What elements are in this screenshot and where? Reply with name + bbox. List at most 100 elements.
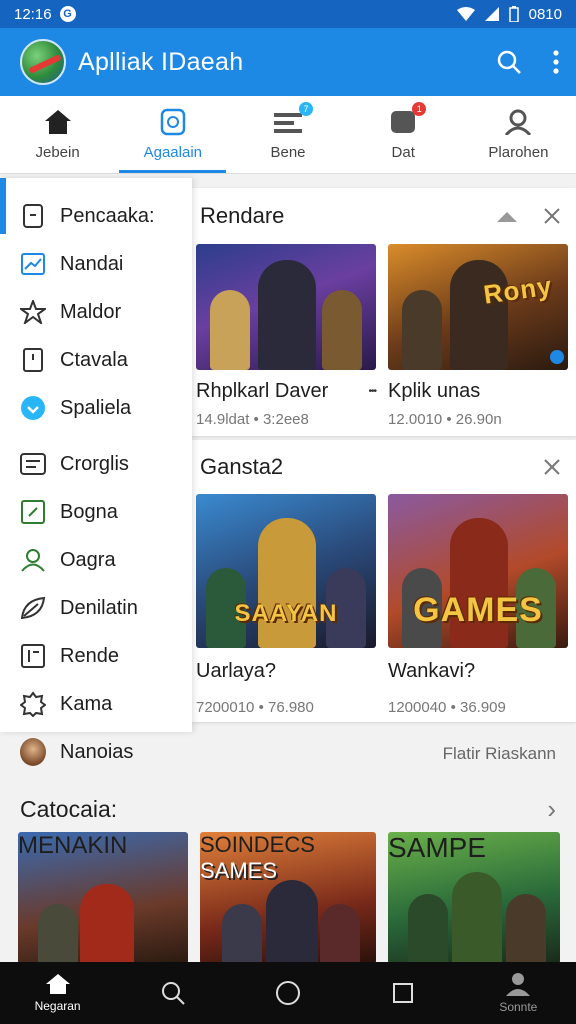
avatar-icon <box>20 738 46 766</box>
categories-title: Catocaia: <box>20 795 118 822</box>
game-card[interactable]: GAMES Wankavi? 1200040 • 36.909 <box>388 494 568 716</box>
more-options-icon[interactable]: ••• <box>368 386 376 397</box>
tab-label: Agaalain <box>143 144 202 161</box>
tab-games[interactable]: Agaalain <box>115 96 230 173</box>
battery-icon <box>508 6 519 22</box>
category-cover-logo: SAMPE <box>388 832 487 863</box>
category-cover-logo: MENAKIN <box>18 832 128 859</box>
category-card[interactable]: SAMPE <box>388 832 560 964</box>
game-title: Uarlaya? <box>196 660 277 682</box>
close-icon[interactable] <box>544 208 560 224</box>
square-icon <box>393 983 414 1003</box>
badge-icon <box>20 691 46 717</box>
profile-icon <box>505 109 532 135</box>
drawer-item-label: Rende <box>60 644 119 667</box>
drawer-item-label: Maldor <box>60 300 122 323</box>
drawer-divider <box>0 432 192 440</box>
nav-search[interactable] <box>128 980 218 1006</box>
drawer-active-indicator <box>0 178 6 234</box>
signal-icon <box>484 7 499 21</box>
chevron-right-icon[interactable]: › <box>547 794 556 825</box>
drawer-item[interactable]: Nandai <box>0 240 192 288</box>
leaf-icon <box>20 596 46 620</box>
game-section-card: Rendare Rhplkarl Daver ••• 14.9ldat • 3:… <box>192 188 576 436</box>
collapse-icon[interactable] <box>496 209 518 223</box>
category-card[interactable]: SOINDECS SAMES <box>200 832 376 964</box>
game-meta: 7200010 • 76.980 <box>196 699 314 716</box>
category-card[interactable]: MENAKIN <box>18 832 188 964</box>
game-meta: 14.9ldat • 3:2ee8 <box>196 411 309 428</box>
game-cover-image: Rony <box>388 244 568 370</box>
section-title: Rendare <box>200 203 285 228</box>
tab-badge: 7 <box>299 102 313 116</box>
tab-label: Plarohen <box>488 144 549 161</box>
drawer-item-label: Denilatin <box>60 596 138 619</box>
nav-label: Sonnte <box>499 1000 538 1014</box>
search-icon <box>161 982 185 1005</box>
drawer-item[interactable]: Crorglis <box>0 440 192 488</box>
tab-chat[interactable]: 1 Dat <box>346 96 461 173</box>
list-icon <box>274 113 302 133</box>
drawer-item[interactable]: Pencaaka: <box>0 192 192 240</box>
people-icon <box>21 549 45 572</box>
drawer-item[interactable]: Ctavala <box>0 336 192 384</box>
game-cover-logo: GAMES <box>413 591 543 629</box>
game-icon <box>160 108 186 136</box>
tab-list[interactable]: 7 Bene <box>230 96 345 173</box>
game-card[interactable]: Rony Kplik unas 12.0010 • 26.90n <box>388 244 568 428</box>
drawer-item[interactable]: Kama <box>0 680 192 728</box>
category-cover-logo: SOINDECS <box>200 832 315 857</box>
top-tabs: Jebein Agaalain 7 Bene 1 Dat Plarohen <box>0 96 576 174</box>
tab-home[interactable]: Jebein <box>0 96 115 173</box>
game-title: Kplik unas <box>388 380 481 402</box>
home-icon <box>45 974 70 994</box>
nav-recents[interactable] <box>358 982 448 1004</box>
category-row: MENAKIN SOINDECS SAMES SAMPE <box>18 832 560 964</box>
search-icon[interactable] <box>496 49 522 75</box>
app-logo <box>20 39 66 85</box>
game-cover-image <box>196 244 376 370</box>
game-card[interactable]: SAAYAN Uarlaya? 7200010 • 76.980 <box>196 494 376 716</box>
drawer-item-label: Spaliela <box>60 396 132 419</box>
notification-icon: G <box>59 6 76 22</box>
more-options-icon[interactable] <box>552 49 560 75</box>
close-icon[interactable] <box>544 459 560 475</box>
drawer-item-label: Pencaaka: <box>60 204 155 227</box>
bottom-nav-bar: Negaran Sonnte <box>0 962 576 1024</box>
drawer-item[interactable]: Maldor <box>0 288 192 336</box>
game-cover-logo: SAAYAN <box>234 600 338 627</box>
edit-icon <box>21 500 45 524</box>
drawer-item[interactable]: Bogna <box>0 488 192 536</box>
drawer-item[interactable]: Rende <box>0 632 192 680</box>
drawer-item-label: Oagra <box>60 548 116 571</box>
drawer-item[interactable]: Denilatin <box>0 584 192 632</box>
status-bar: 12:16 G 0810 <box>0 0 576 28</box>
game-section-card: Gansta2 SAAYAN Uarlaya? 7200010 • 76.980 <box>192 440 576 722</box>
star-icon <box>20 300 46 324</box>
nav-home[interactable]: Negaran <box>13 973 103 1013</box>
chart-icon <box>21 253 45 275</box>
game-title: Rhplkarl Daver <box>196 380 329 402</box>
tab-label: Bene <box>270 144 306 161</box>
circle-icon <box>21 396 45 420</box>
drawer-item[interactable]: Oagra <box>0 536 192 584</box>
categories-header: Catocaia: › <box>20 794 556 824</box>
tab-profile[interactable]: Plarohen <box>461 96 576 173</box>
status-dot <box>550 350 564 364</box>
drawer-profile-row[interactable]: Nanoias <box>0 732 192 772</box>
drawer-item-label: Crorglis <box>60 452 129 475</box>
wifi-icon <box>456 7 475 21</box>
tab-label: Jebein <box>35 144 80 161</box>
featured-link[interactable]: Flatir Riaskann <box>443 744 556 764</box>
tab-badge: 1 <box>412 102 427 116</box>
app-title: Aplliak IDaeah <box>78 47 244 76</box>
game-card[interactable]: Rhplkarl Daver ••• 14.9ldat • 3:2ee8 <box>196 244 377 428</box>
circle-icon <box>275 981 300 1005</box>
nav-profile[interactable]: Sonnte <box>473 972 563 1014</box>
nav-home-button[interactable] <box>243 980 333 1006</box>
person-icon <box>506 973 531 996</box>
drawer-item[interactable]: Spaliela <box>0 384 192 432</box>
status-time: 12:16 <box>14 5 52 23</box>
page-icon <box>23 204 43 228</box>
game-meta: 1200040 • 36.909 <box>388 699 506 716</box>
